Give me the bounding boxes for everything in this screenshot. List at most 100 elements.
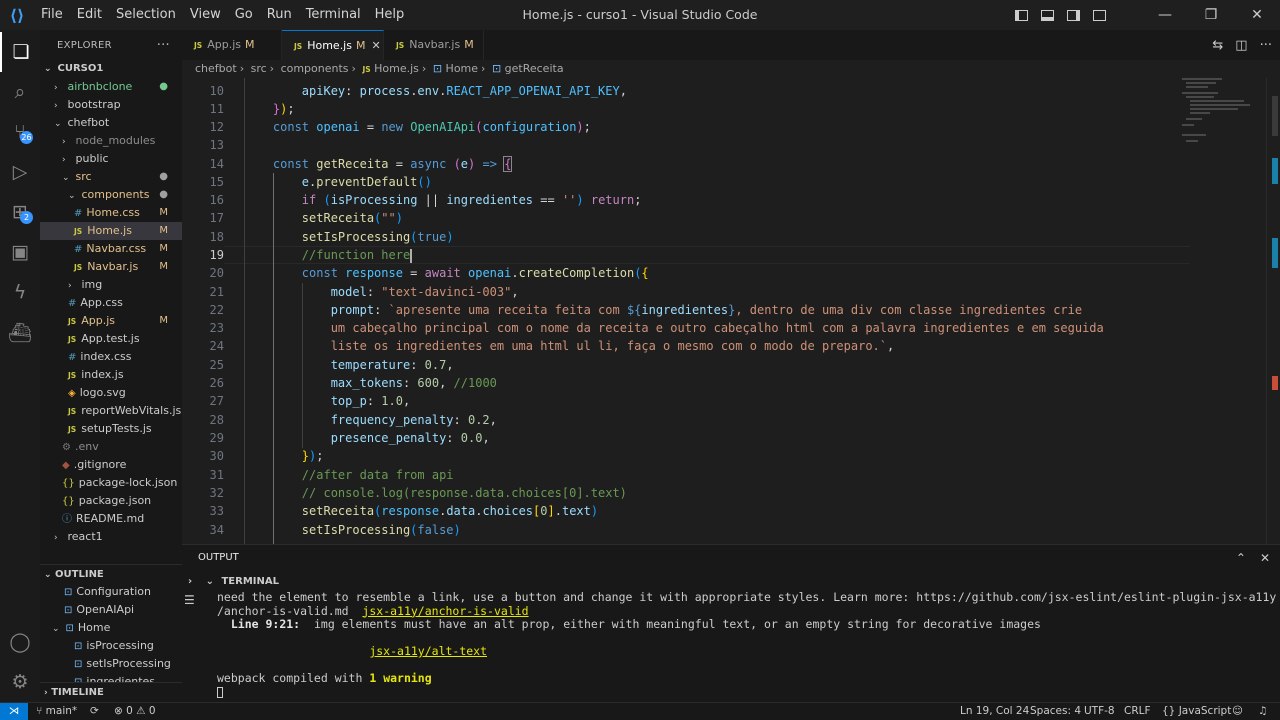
outline-item-home[interactable]: ⌄ ⊡ Home bbox=[40, 619, 182, 637]
compare-changes-icon[interactable]: ⇆ bbox=[1212, 38, 1223, 53]
js-file-icon: JS bbox=[74, 227, 83, 236]
tree-item-env[interactable]: ⚙ .env bbox=[40, 438, 182, 456]
tree-item-index-js[interactable]: JS index.js bbox=[40, 366, 182, 384]
tree-item-app-css[interactable]: # App.css bbox=[40, 294, 182, 312]
extensions-icon[interactable]: ⊞ 2 bbox=[0, 192, 40, 232]
tree-item-chefbot[interactable]: ⌄ chefbot bbox=[40, 114, 182, 132]
search-icon[interactable]: ⌕ bbox=[0, 72, 40, 112]
outline-item-openaiapi[interactable]: ⊡ OpenAIApi bbox=[40, 601, 182, 619]
indentation-status[interactable]: Spaces: 4 bbox=[1030, 703, 1081, 720]
eol-status[interactable]: CRLF bbox=[1124, 703, 1151, 720]
tree-item-img[interactable]: › img bbox=[40, 276, 182, 294]
code-line: model: "text-davinci-003", bbox=[330, 285, 519, 299]
tree-item-package-lock-json[interactable]: {} package-lock.json bbox=[40, 474, 182, 492]
menu-view[interactable]: View bbox=[183, 0, 228, 30]
breadcrumb-getreceita[interactable]: getReceita bbox=[505, 62, 564, 75]
explorer-sidebar: EXPLORER ··· ⌄ CURSO1 › airbnbclone ● › b… bbox=[40, 30, 182, 702]
tree-item-src[interactable]: ⌄ src ● bbox=[40, 168, 182, 186]
breadcrumb-chefbot[interactable]: chefbot bbox=[195, 62, 237, 75]
menu-edit[interactable]: Edit bbox=[70, 0, 109, 30]
explorer-icon[interactable]: ❏ bbox=[0, 32, 40, 72]
branch-status[interactable]: ⑂ main* bbox=[36, 703, 77, 720]
editor-scrollbar[interactable] bbox=[1266, 78, 1280, 544]
outline-item-ingredientes[interactable]: ⊡ingredientes bbox=[40, 673, 182, 682]
accounts-icon[interactable]: ◯ bbox=[0, 622, 40, 662]
tree-item-readme-md[interactable]: ⓘ README.md bbox=[40, 510, 182, 528]
outline-section-header[interactable]: ⌄ OUTLINE bbox=[40, 564, 182, 584]
source-control-icon[interactable]: ⑂ 26 bbox=[0, 112, 40, 152]
problems-status[interactable]: ⊗ 0 ⚠ 0 bbox=[114, 703, 156, 720]
maximize-panel-icon[interactable]: ⌃ bbox=[1236, 545, 1246, 571]
toggle-secondary-sidebar-icon[interactable] bbox=[1060, 0, 1086, 30]
terminal-output[interactable]: need the element to resemble a link, use… bbox=[217, 591, 1277, 703]
tree-item-bootstrap[interactable]: › bootstrap bbox=[40, 96, 182, 114]
breadcrumb-components[interactable]: components bbox=[281, 62, 349, 75]
terminal-section-header[interactable]: › ⌄ TERMINAL bbox=[182, 573, 1280, 591]
more-actions-icon[interactable]: ··· bbox=[1260, 38, 1272, 53]
tab-navbar-js[interactable]: JS Navbar.js M bbox=[384, 30, 484, 60]
menu-go[interactable]: Go bbox=[228, 0, 260, 30]
thunder-client-icon[interactable]: ϟ bbox=[0, 272, 40, 312]
tree-item-react1[interactable]: › react1 bbox=[40, 528, 182, 546]
tree-item-app-test-js[interactable]: JS App.test.js bbox=[40, 330, 182, 348]
tab-home-js[interactable]: JS Home.js M ✕ bbox=[282, 30, 384, 60]
tree-item-public[interactable]: › public bbox=[40, 150, 182, 168]
explorer-more-icon[interactable]: ··· bbox=[157, 38, 170, 53]
close-panel-icon[interactable]: ✕ bbox=[1260, 545, 1270, 571]
menu-run[interactable]: Run bbox=[260, 0, 299, 30]
line-number: 24 bbox=[209, 339, 224, 353]
tree-item-setuptests-js[interactable]: JS setupTests.js bbox=[40, 420, 182, 438]
tab-app-js[interactable]: JS App.js M bbox=[182, 30, 282, 60]
workspace-root[interactable]: ⌄ CURSO1 bbox=[40, 60, 182, 78]
restore-button[interactable]: ❐ bbox=[1188, 0, 1234, 30]
cursor-position[interactable]: Ln 19, Col 24 bbox=[960, 703, 1029, 720]
close-tab-icon[interactable]: ✕ bbox=[371, 39, 380, 52]
tree-item-airbnbclone[interactable]: › airbnbclone ● bbox=[40, 78, 182, 96]
menu-help[interactable]: Help bbox=[368, 0, 412, 30]
encoding-status[interactable]: UTF-8 bbox=[1084, 703, 1115, 720]
tree-item-index-css[interactable]: # index.css bbox=[40, 348, 182, 366]
outline-item-configuration[interactable]: ⊡ Configuration bbox=[40, 583, 182, 601]
tree-item-gitignore[interactable]: ◆ .gitignore bbox=[40, 456, 182, 474]
menu-selection[interactable]: Selection bbox=[109, 0, 183, 30]
outline-item-setisprocessing[interactable]: ⊡ setIsProcessing bbox=[40, 655, 182, 673]
outline-item-isprocessing[interactable]: ⊡ isProcessing bbox=[40, 637, 182, 655]
remote-indicator-icon[interactable]: ⋊ bbox=[0, 703, 28, 720]
minimap[interactable] bbox=[1182, 78, 1266, 544]
rule-link[interactable]: jsx-a11y/anchor-is-valid bbox=[362, 604, 528, 618]
language-mode[interactable]: {} JavaScript bbox=[1162, 703, 1231, 720]
code-editor[interactable]: 10 11 12 13 14 15 16 17 18 19 20 21 22 2… bbox=[182, 78, 1280, 544]
tree-item-package-json[interactable]: {} package.json bbox=[40, 492, 182, 510]
sync-icon[interactable]: ⟳ bbox=[90, 703, 99, 720]
list-icon[interactable]: ☰ bbox=[184, 593, 195, 607]
run-debug-icon[interactable]: ▷ bbox=[0, 152, 40, 192]
tree-item-logo-svg[interactable]: ◈ logo.svg bbox=[40, 384, 182, 402]
breadcrumb-src[interactable]: src bbox=[251, 62, 267, 75]
menu-terminal[interactable]: Terminal bbox=[299, 0, 368, 30]
minimize-button[interactable]: — bbox=[1142, 0, 1188, 30]
split-editor-icon[interactable]: ◫ bbox=[1235, 38, 1247, 53]
remote-explorer-icon[interactable]: ▣ bbox=[0, 232, 40, 272]
breadcrumb-home[interactable]: Home bbox=[446, 62, 478, 75]
tree-item-reportwebvitals-js[interactable]: JS reportWebVitals.js bbox=[40, 402, 182, 420]
manage-gear-icon[interactable]: ⚙ bbox=[0, 662, 40, 702]
close-window-button[interactable]: ✕ bbox=[1234, 0, 1280, 30]
timeline-section-header[interactable]: › TIMELINE bbox=[40, 682, 182, 702]
menu-file[interactable]: File bbox=[34, 0, 70, 30]
tree-item-navbar-js[interactable]: JS Navbar.js M bbox=[40, 258, 182, 276]
panel-title[interactable]: OUTPUT bbox=[198, 545, 239, 571]
toggle-primary-sidebar-icon[interactable] bbox=[1008, 0, 1034, 30]
tree-item-app-js[interactable]: JS App.js M bbox=[40, 312, 182, 330]
tree-item-navbar-css[interactable]: # Navbar.css M bbox=[40, 240, 182, 258]
tree-item-components[interactable]: ⌄ components ● bbox=[40, 186, 182, 204]
breadcrumb-file[interactable]: Home.js bbox=[374, 62, 419, 75]
rule-link[interactable]: jsx-a11y/alt-text bbox=[369, 644, 487, 658]
notifications-bell-icon[interactable]: ♫ bbox=[1258, 703, 1267, 720]
feedback-icon[interactable]: ☺ bbox=[1232, 703, 1243, 720]
docker-icon[interactable]: ⛴ bbox=[0, 312, 40, 352]
customize-layout-icon[interactable] bbox=[1086, 0, 1112, 30]
tree-item-node-modules[interactable]: › node_modules bbox=[40, 132, 182, 150]
tree-item-home-css[interactable]: # Home.css M bbox=[40, 204, 182, 222]
tree-item-home-js[interactable]: JS Home.js M bbox=[40, 222, 182, 240]
toggle-panel-icon[interactable] bbox=[1034, 0, 1060, 30]
